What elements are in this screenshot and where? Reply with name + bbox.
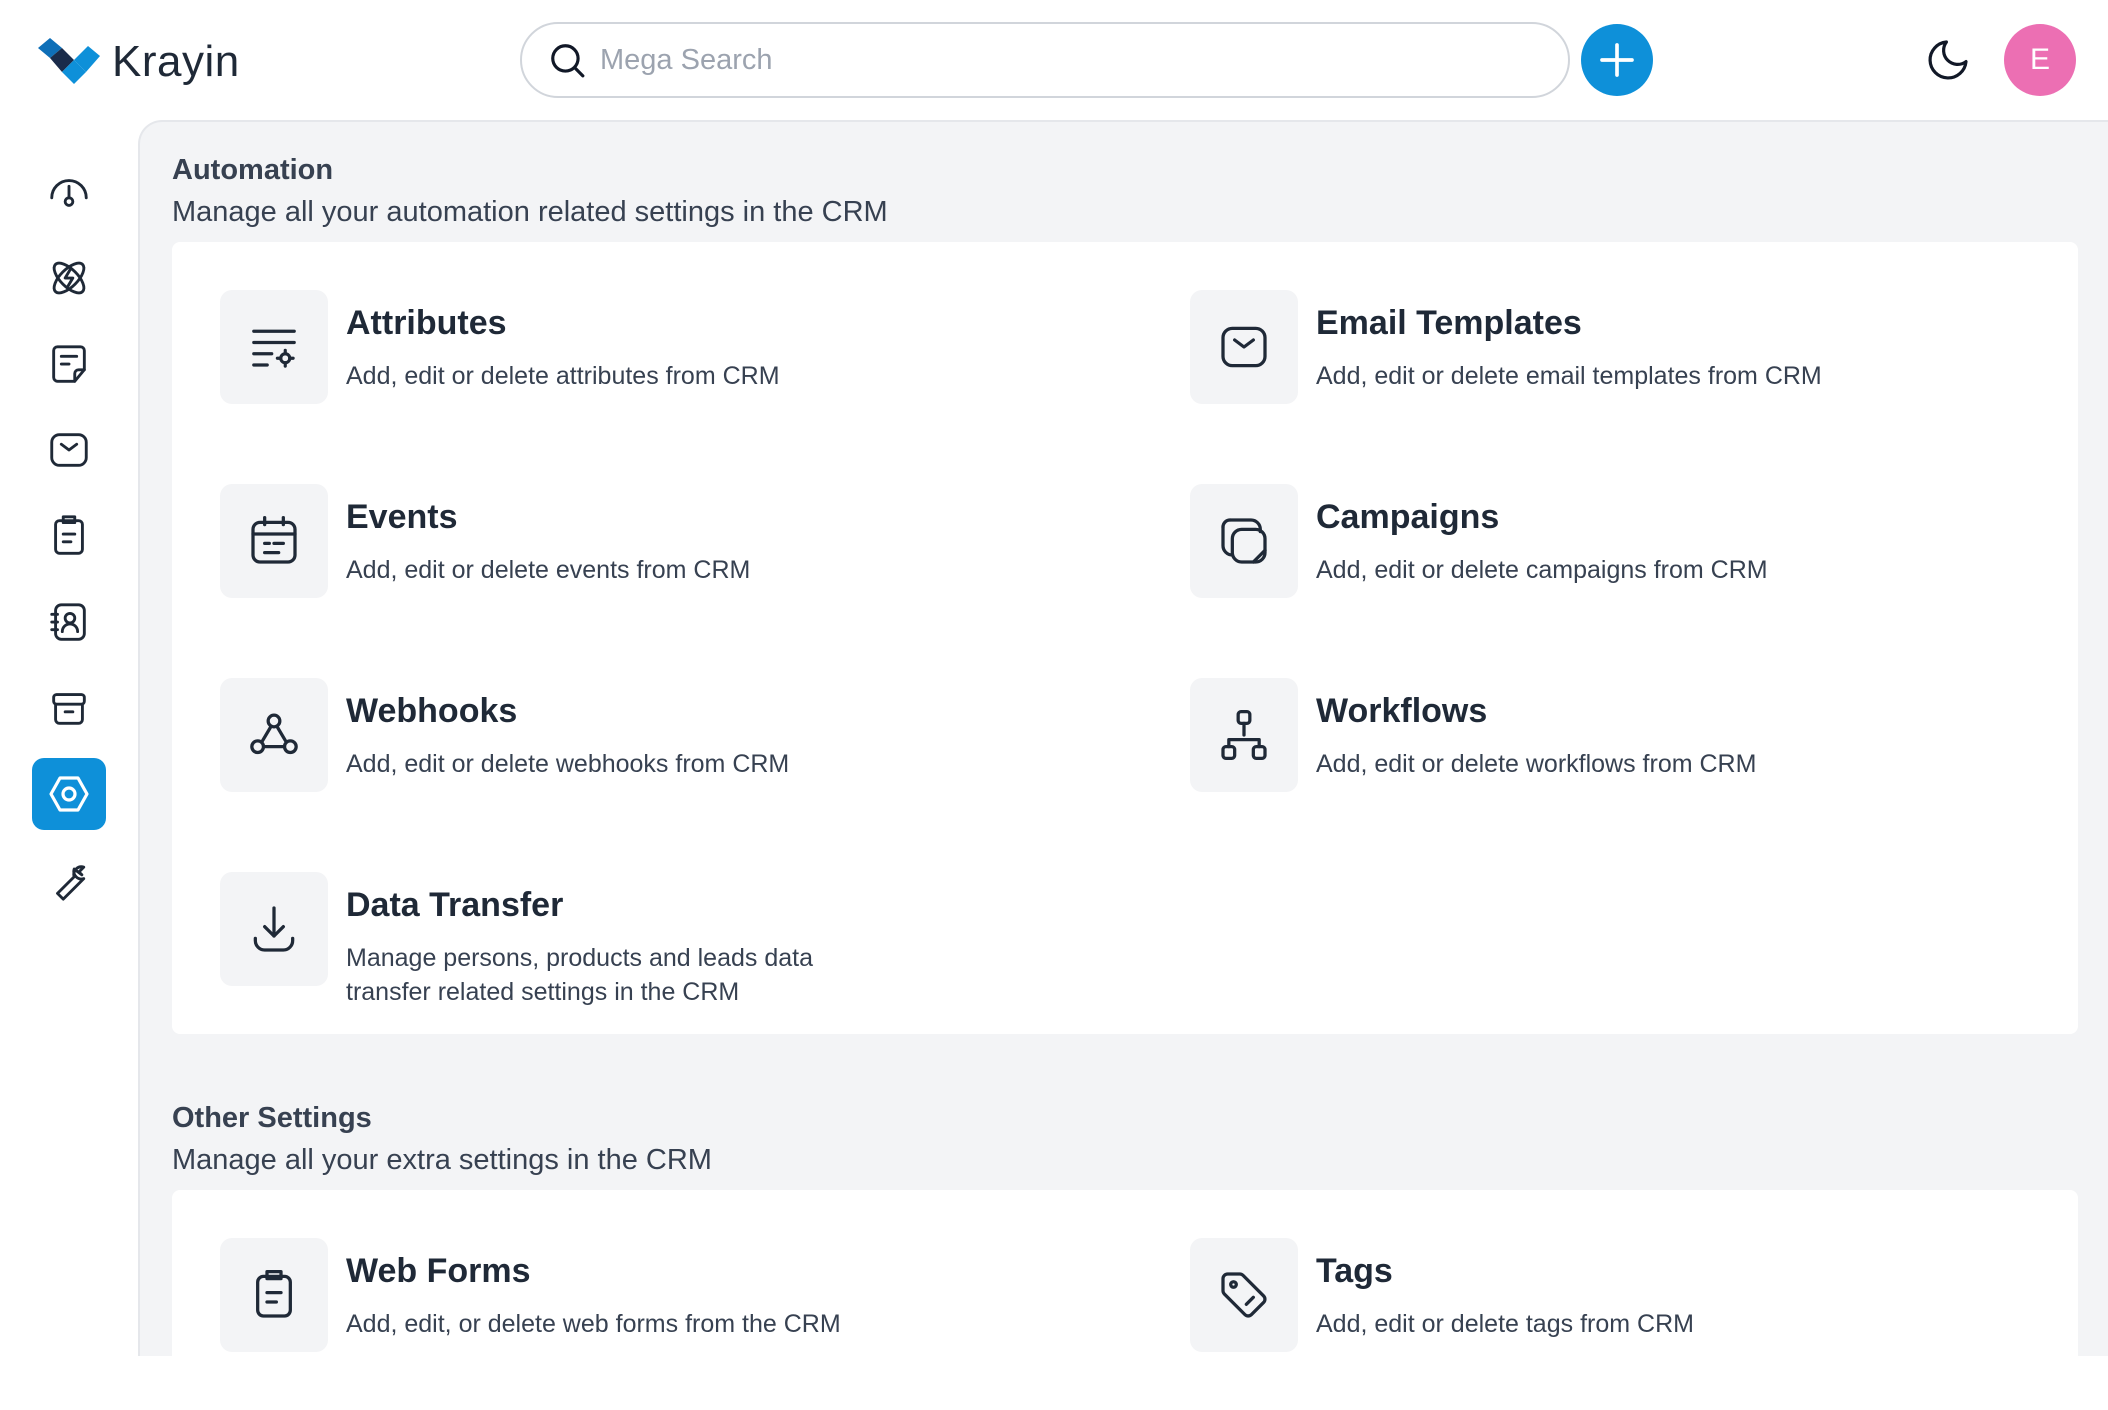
leads-icon [52,261,86,295]
sidebar-item-quotes[interactable] [32,328,106,400]
mega-search[interactable] [520,22,1570,98]
sidebar-item-products[interactable] [32,672,106,744]
tile-workflows[interactable]: Workflows Add, edit or delete workflows … [1190,678,1836,792]
main-content: Automation Manage all your automation re… [138,120,2108,1410]
contacts-icon [50,603,86,641]
tile-icon-box [1190,1238,1298,1352]
products-icon [52,693,86,725]
sidebar-item-configuration[interactable] [32,844,106,916]
tag-icon [1221,1272,1267,1318]
mail-icon [50,433,88,467]
tile-desc: Add, edit or delete events from CRM [346,556,751,584]
dashboard-icon [50,179,88,207]
attributes-icon [252,329,296,368]
workflow-icon [1221,710,1267,760]
wrench-icon [56,865,86,901]
tile-desc: Add, edit or delete attributes from CRM [346,362,780,390]
tile-data-transfer[interactable]: Data Transfer Manage persons, products a… [220,872,866,1009]
quotes-icon [52,345,86,383]
web-form-icon [256,1270,292,1318]
tile-title: Data Transfer [346,886,564,924]
campaign-icon [1221,518,1267,564]
tile-email-templates[interactable]: Email Templates Add, edit or delete emai… [1190,290,1836,404]
tile-icon-box [220,484,328,598]
sidebar-item-mail[interactable] [32,414,106,486]
settings-icon [49,776,89,812]
calendar-icon [251,516,297,564]
sidebar-item-dashboard[interactable] [32,156,106,228]
webhook-icon [250,713,298,755]
tile-title: Tags [1316,1252,1393,1290]
section-subtitle-other-settings: Manage all your extra settings in the CR… [172,1144,712,1176]
tile-icon-box [220,872,328,986]
sidebar-item-contacts[interactable] [32,586,106,658]
tile-desc: Add, edit or delete campaigns from CRM [1316,556,1768,584]
tile-web-forms[interactable]: Web Forms Add, edit, or delete web forms… [220,1238,866,1352]
sidebar [0,120,138,1356]
app-name: Krayin [112,37,240,86]
tile-desc: Add, edit or delete workflows from CRM [1316,750,1757,778]
logo[interactable]: Krayin [36,37,240,86]
tile-title: Campaigns [1316,498,1500,536]
tile-title: Events [346,498,458,536]
section-subtitle-automation: Manage all your automation related setti… [172,196,888,228]
other-settings-card: Web Forms Add, edit, or delete web forms… [172,1190,2078,1410]
tile-title: Web Forms [346,1252,531,1290]
section-title-automation: Automation [172,154,334,186]
tile-desc: Add, edit or delete webhooks from CRM [346,750,790,778]
avatar[interactable]: E [2004,24,2076,96]
search-input[interactable] [600,43,1500,77]
email-template-icon [1221,326,1267,368]
plus-icon [1600,43,1634,77]
tile-icon-box [220,290,328,404]
tile-desc: Add, edit, or delete web forms from the … [346,1310,841,1338]
tile-webhooks[interactable]: Webhooks Add, edit or delete webhooks fr… [220,678,866,792]
tile-icon-box [1190,290,1298,404]
tile-icon-box [220,1238,328,1352]
sidebar-item-settings[interactable] [32,758,106,830]
avatar-initial: E [2029,43,2050,76]
tile-title: Email Templates [1316,304,1582,342]
automation-card: Attributes Add, edit or delete attribute… [172,242,2078,1034]
tile-events[interactable]: Events Add, edit or delete events from C… [220,484,866,598]
section-title-other-settings: Other Settings [172,1102,372,1134]
search-icon [551,44,585,78]
tile-icon-box [1190,678,1298,792]
download-icon [253,906,295,952]
dark-mode-toggle-icon[interactable] [1924,36,1972,84]
tile-tags[interactable]: Tags Add, edit or delete tags from CRM [1190,1238,1836,1352]
tile-title: Webhooks [346,692,518,730]
tile-desc: Add, edit or delete tags from CRM [1316,1310,1694,1338]
activities-icon [54,515,84,555]
tile-attributes[interactable]: Attributes Add, edit or delete attribute… [220,290,866,404]
tile-desc: Manage persons, products and leads data … [346,944,813,1006]
sidebar-item-activities[interactable] [32,500,106,572]
krayin-logo-icon [38,38,100,84]
quick-create-button[interactable] [1581,24,1653,96]
top-bar: Krayin E [0,0,2108,120]
tile-icon-box [220,678,328,792]
sidebar-item-leads[interactable] [32,242,106,314]
tile-title: Workflows [1316,692,1488,730]
tile-title: Attributes [346,304,507,342]
tile-desc: Add, edit or delete email templates from… [1316,362,1822,390]
tile-campaigns[interactable]: Campaigns Add, edit or delete campaigns … [1190,484,1836,598]
tile-icon-box [1190,484,1298,598]
